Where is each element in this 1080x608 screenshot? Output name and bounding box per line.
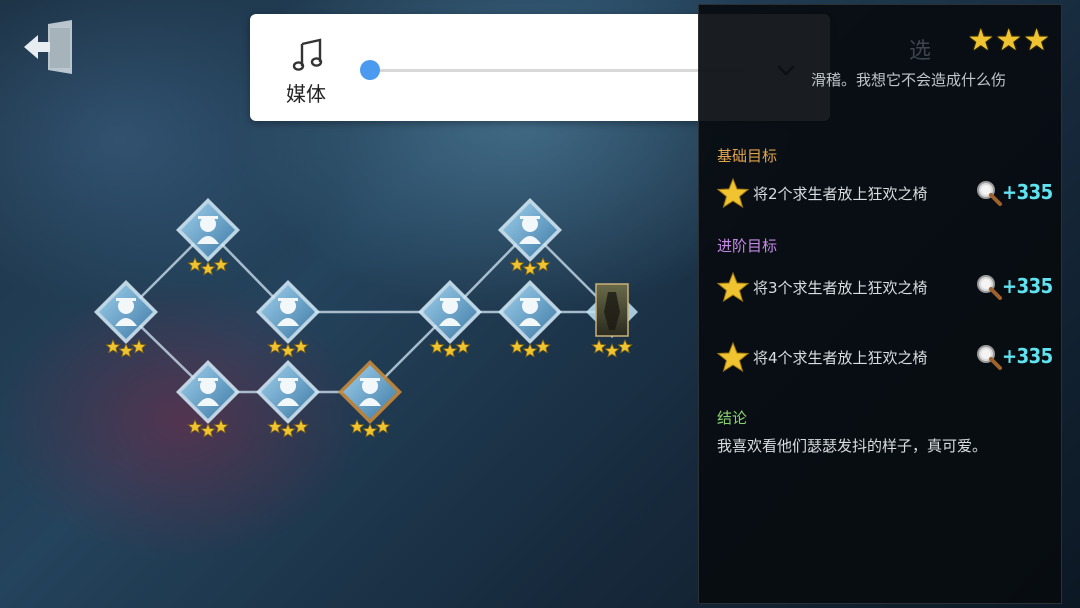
level-node-n9[interactable] bbox=[498, 280, 562, 358]
panel-title: 选 bbox=[909, 39, 932, 64]
goal-reward: +335 bbox=[1002, 180, 1053, 204]
level-description: 滑稽。我想它不会造成什么伤 bbox=[811, 71, 1007, 89]
level-node-n2[interactable] bbox=[176, 198, 240, 276]
goal-row: 将4个求生者放上狂欢之椅 +335 bbox=[717, 341, 1057, 373]
star-icon bbox=[187, 256, 203, 272]
star-icon bbox=[213, 256, 229, 272]
basic-goals-title: 基础目标 bbox=[717, 147, 778, 165]
level-node-n1[interactable] bbox=[94, 280, 158, 358]
star-icon bbox=[200, 422, 216, 438]
star-icon bbox=[293, 338, 309, 354]
star-icon bbox=[455, 338, 471, 354]
star-icon bbox=[187, 418, 203, 434]
star-icon bbox=[591, 338, 607, 354]
goal-text: 将3个求生者放上狂欢之椅 bbox=[753, 279, 928, 297]
star-icon bbox=[362, 422, 378, 438]
volume-slider[interactable] bbox=[360, 60, 744, 80]
level-star-rating: ★★★ bbox=[967, 23, 1051, 58]
star-icon bbox=[509, 256, 525, 272]
star-icon bbox=[522, 260, 538, 276]
star-icon bbox=[375, 418, 391, 434]
star-icon bbox=[509, 338, 525, 354]
advanced-goals-title: 进阶目标 bbox=[717, 237, 778, 255]
star-icon bbox=[717, 271, 749, 303]
conclusion-text: 我喜欢看他们瑟瑟发抖的样子，真可爱。 bbox=[717, 437, 988, 455]
level-node-n8[interactable] bbox=[498, 198, 562, 276]
level-node-n6[interactable] bbox=[338, 360, 402, 438]
star-icon bbox=[535, 256, 551, 272]
goal-reward: +335 bbox=[1002, 274, 1053, 298]
goal-reward: +335 bbox=[1002, 344, 1053, 368]
star-icon bbox=[604, 342, 620, 358]
music-note-icon bbox=[292, 38, 323, 71]
star-icon bbox=[213, 418, 229, 434]
volume-label: 媒体 bbox=[286, 82, 326, 106]
conclusion-title: 结论 bbox=[717, 409, 748, 427]
star-icon bbox=[349, 418, 365, 434]
goal-text: 将4个求生者放上狂欢之椅 bbox=[753, 349, 928, 367]
volume-slider-thumb[interactable] bbox=[360, 60, 380, 80]
magnifier-clue-icon bbox=[977, 275, 1002, 300]
goal-row: 将2个求生者放上狂欢之椅 +335 bbox=[717, 177, 1057, 209]
star-icon bbox=[293, 418, 309, 434]
star-icon bbox=[717, 341, 749, 373]
magnifier-clue-icon bbox=[977, 345, 1002, 370]
star-icon bbox=[131, 338, 147, 354]
star-icon bbox=[267, 338, 283, 354]
star-icon bbox=[442, 342, 458, 358]
star-icon bbox=[535, 338, 551, 354]
level-detail-panel: 选 ★★★ 滑稽。我想它不会造成什么伤 基础目标 将2个求生者放上狂欢之椅 +33… bbox=[698, 4, 1062, 604]
level-node-n4[interactable] bbox=[256, 280, 320, 358]
star-icon bbox=[118, 342, 134, 358]
star-icon bbox=[717, 177, 749, 209]
level-node-n7[interactable] bbox=[418, 280, 482, 358]
goal-text: 将2个求生者放上狂欢之椅 bbox=[753, 185, 928, 203]
star-icon bbox=[429, 338, 445, 354]
star-icon bbox=[280, 422, 296, 438]
star-icon bbox=[617, 338, 633, 354]
star-icon bbox=[522, 342, 538, 358]
star-icon bbox=[267, 418, 283, 434]
star-icon bbox=[105, 338, 121, 354]
magnifier-clue-icon bbox=[977, 181, 1002, 206]
goal-row: 将3个求生者放上狂欢之椅 +335 bbox=[717, 271, 1057, 303]
level-node-n5[interactable] bbox=[256, 360, 320, 438]
star-icon bbox=[200, 260, 216, 276]
star-icon bbox=[280, 342, 296, 358]
